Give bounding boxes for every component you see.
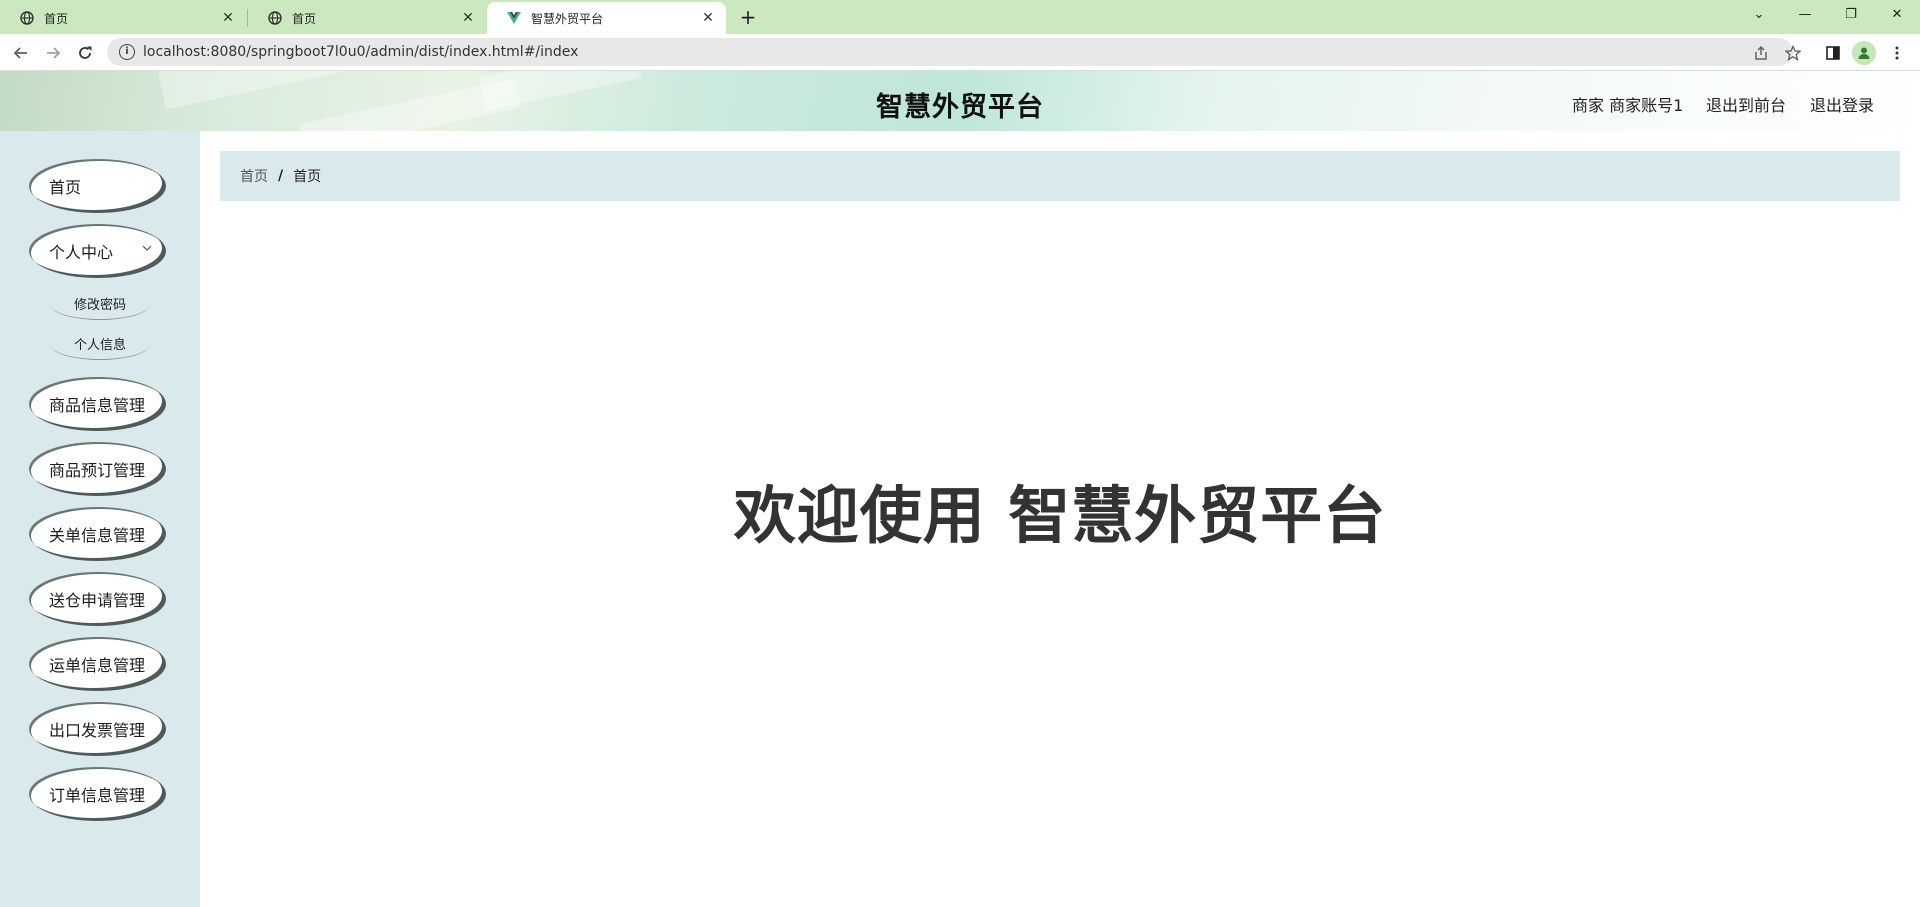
site-info-icon[interactable]: i — [119, 44, 135, 60]
sidebar-item-label: 商品预订管理 — [49, 461, 146, 480]
url-text[interactable]: localhost:8080/springboot7l0u0/admin/dis… — [143, 44, 578, 60]
minimize-button[interactable]: — — [1782, 0, 1828, 28]
exit-to-frontend-link[interactable]: 退出到前台 — [1706, 92, 1786, 116]
welcome-heading: 欢迎使用 智慧外贸平台 — [733, 479, 1387, 552]
sidebar-item-label: 送仓申请管理 — [49, 591, 146, 610]
sidebar-item-customs-info[interactable]: 关单信息管理 — [29, 507, 166, 561]
sidebar-item-label: 商品信息管理 — [49, 396, 146, 415]
close-icon[interactable]: ✕ — [460, 10, 476, 26]
sidebar-item-personal-center[interactable]: 个人中心 — [29, 224, 166, 278]
sidebar-item-product-info[interactable]: 商品信息管理 — [29, 377, 166, 431]
chevron-down-icon — [142, 243, 152, 253]
close-icon[interactable]: ✕ — [700, 10, 716, 26]
browser-tab-active[interactable]: 智慧外贸平台 ✕ — [487, 2, 726, 34]
share-icon[interactable] — [1751, 44, 1771, 62]
sidebar-item-warehouse-request[interactable]: 送仓申请管理 — [29, 572, 166, 626]
side-panel-icon[interactable] — [1820, 40, 1846, 66]
tab-title: 首页 — [44, 11, 69, 26]
address-bar[interactable]: i localhost:8080/springboot7l0u0/admin/d… — [107, 38, 1801, 66]
sidebar-item-label: 首页 — [49, 178, 82, 197]
profile-avatar-icon[interactable] — [1852, 41, 1876, 65]
sidebar-item-waybill-info[interactable]: 运单信息管理 — [29, 637, 166, 691]
app-header: 智慧外贸平台 商家 商家账号1 退出到前台 退出登录 — [0, 71, 1920, 131]
breadcrumb-home-link[interactable]: 首页 — [240, 166, 268, 186]
sidebar-item-label: 订单信息管理 — [49, 786, 146, 805]
tab-title: 首页 — [292, 11, 317, 26]
sidebar-item-order-info[interactable]: 订单信息管理 — [29, 767, 166, 821]
browser-tab[interactable]: 首页 ✕ — [248, 2, 486, 34]
globe-icon — [20, 11, 34, 25]
forward-arrow-icon[interactable] — [40, 40, 66, 66]
browser-tab[interactable]: 首页 ✕ — [0, 2, 246, 34]
sidebar-item-label: 出口发票管理 — [49, 721, 146, 740]
close-icon[interactable]: ✕ — [220, 10, 236, 26]
browser-tab-strip: 首页 ✕ 首页 ✕ 智慧外贸平台 ✕ + ⌄ — ❐ ✕ — [0, 0, 1920, 34]
vue-logo-icon — [507, 11, 521, 25]
sidebar: 首页 个人中心 修改密码 个人信息 商品信息管理 商品预订管理 关单信息管理 送… — [0, 131, 200, 907]
back-arrow-icon[interactable] — [8, 40, 34, 66]
sidebar-subitem-change-password[interactable]: 修改密码 — [50, 288, 150, 320]
tab-title: 智慧外贸平台 — [531, 11, 604, 26]
tab-search-icon[interactable]: ⌄ — [1736, 0, 1782, 28]
more-menu-icon[interactable] — [1884, 40, 1910, 66]
window-close-button[interactable]: ✕ — [1874, 0, 1920, 28]
bookmark-star-icon[interactable] — [1783, 44, 1803, 62]
sidebar-item-label: 个人中心 — [49, 243, 114, 262]
current-user-label: 商家 商家账号1 — [1572, 96, 1684, 115]
sidebar-item-label: 关单信息管理 — [49, 526, 146, 545]
breadcrumb-current: 首页 — [293, 169, 322, 185]
new-tab-button[interactable]: + — [737, 6, 759, 28]
sidebar-subitem-personal-info[interactable]: 个人信息 — [50, 328, 150, 360]
sidebar-item-product-booking[interactable]: 商品预订管理 — [29, 442, 166, 496]
sidebar-item-home[interactable]: 首页 — [29, 159, 166, 213]
globe-icon — [268, 11, 282, 25]
logout-link[interactable]: 退出登录 — [1810, 92, 1874, 116]
sidebar-item-export-invoice[interactable]: 出口发票管理 — [29, 702, 166, 756]
reload-icon[interactable] — [72, 40, 98, 66]
breadcrumb: 首页 / 首页 — [220, 151, 1900, 201]
breadcrumb-separator: / — [278, 168, 284, 184]
sidebar-subitem-label: 修改密码 — [73, 298, 126, 313]
browser-toolbar: i localhost:8080/springboot7l0u0/admin/d… — [0, 34, 1920, 71]
sidebar-subitem-label: 个人信息 — [73, 338, 126, 353]
sidebar-item-label: 运单信息管理 — [49, 656, 146, 675]
restore-button[interactable]: ❐ — [1828, 0, 1874, 28]
